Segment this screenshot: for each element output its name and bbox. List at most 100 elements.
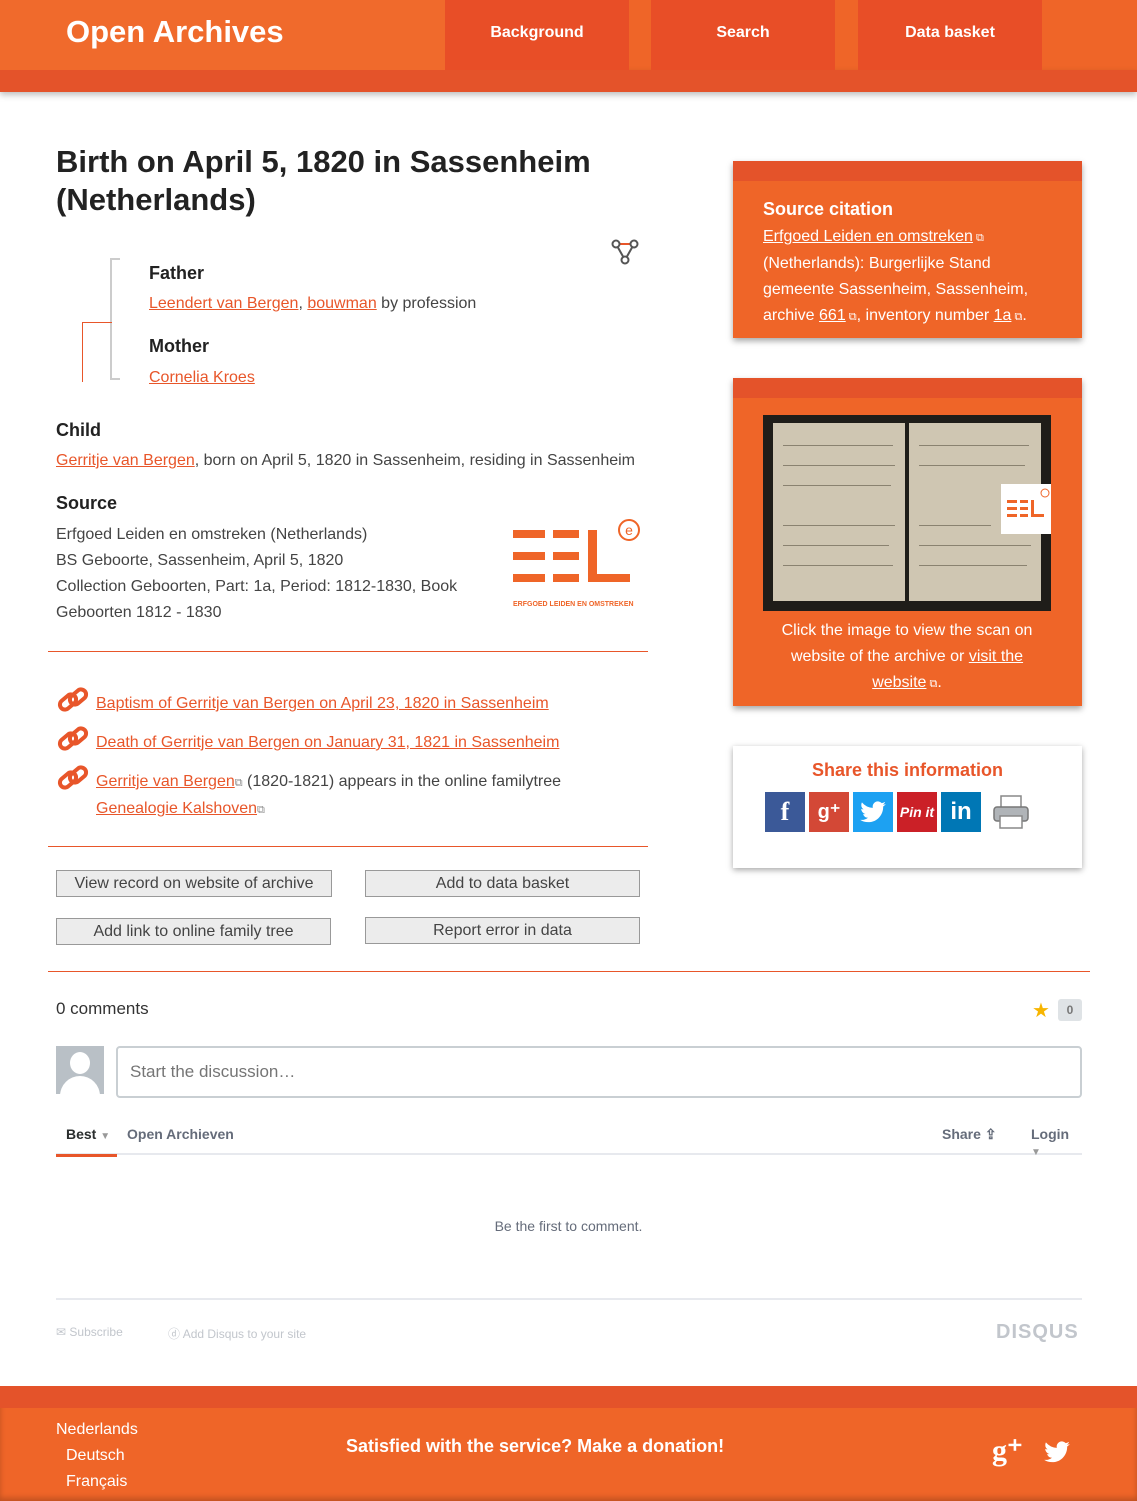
scan-text-line: [919, 445, 1029, 446]
login-menu[interactable]: Login ▼: [1031, 1126, 1082, 1158]
avatar: [56, 1046, 104, 1094]
archive-link[interactable]: Erfgoed Leiden en omstreken: [763, 228, 973, 245]
linkedin-icon[interactable]: in: [941, 792, 981, 832]
view-record-button[interactable]: View record on website of archive: [56, 870, 332, 897]
print-icon[interactable]: [991, 792, 1031, 832]
inventory-number-link[interactable]: 1a: [994, 307, 1012, 324]
child-name-link[interactable]: Gerritje van Bergen: [56, 452, 195, 469]
subscribe-link[interactable]: ✉ Subscribe: [56, 1325, 123, 1339]
external-link-icon: ⧉: [845, 311, 857, 323]
login-label: Login: [1031, 1126, 1070, 1142]
tab-best-label: Best: [66, 1126, 97, 1142]
top-bar-shade: [0, 70, 1137, 92]
add-disqus-link[interactable]: ⓓ Add Disqus to your site: [168, 1325, 306, 1342]
nav-background[interactable]: Background: [445, 0, 629, 70]
external-link-icon: ⧉: [926, 678, 938, 690]
external-link-icon: ⧉: [1011, 311, 1023, 323]
archive-number-link[interactable]: 661: [819, 307, 846, 324]
parents-connector: [82, 322, 112, 382]
father-profession-link[interactable]: bouwman: [307, 295, 376, 312]
twitter-icon[interactable]: [853, 792, 893, 832]
source-line-collection: Collection Geboorten, Part: 1a, Period: …: [56, 578, 458, 595]
scan-caption-end: .: [937, 674, 942, 691]
site-logo[interactable]: Open Archives: [0, 0, 445, 70]
facebook-icon[interactable]: f: [765, 792, 805, 832]
disqus-logo[interactable]: DISQUS: [996, 1321, 1079, 1344]
source-citation-box: Source citation Erfgoed Leiden en omstre…: [733, 161, 1082, 338]
share-box: Share this information f g⁺ Pin it in: [733, 746, 1082, 868]
box-cap: [733, 378, 1082, 398]
page-title: Birth on April 5, 1820 in Sassenheim (Ne…: [56, 144, 591, 217]
google-plus-icon[interactable]: g⁺: [992, 1433, 1023, 1468]
chain-link-icon: [57, 726, 89, 751]
father-name-link[interactable]: Leendert van Bergen: [149, 295, 298, 312]
chain-link-icon: [57, 687, 89, 712]
disqus-divider: [56, 1298, 1082, 1300]
recommend-star-icon[interactable]: ★: [1032, 998, 1050, 1023]
chevron-down-icon: ▼: [100, 1131, 111, 1142]
share-out-icon: ⇪: [984, 1126, 997, 1142]
share-title: Share this information: [811, 760, 1004, 780]
source-citation-heading: Source citation: [763, 199, 894, 219]
scan-text-line: [783, 485, 891, 486]
child-details: , born on April 5, 1820 in Sassenheim, r…: [194, 452, 635, 469]
language-german[interactable]: Deutsch: [66, 1447, 125, 1465]
mother-label: Mother: [149, 336, 209, 356]
chain-link-icon: [57, 765, 89, 790]
avatar-body: [60, 1076, 100, 1094]
tab-community[interactable]: Open Archieven: [127, 1126, 234, 1142]
twitter-icon[interactable]: [1042, 1438, 1072, 1466]
language-french[interactable]: Français: [66, 1473, 127, 1491]
child-label: Child: [56, 420, 101, 440]
father-line: Leendert van Bergen, bouwman by professi…: [149, 291, 476, 317]
comments-count: 0 comments: [56, 999, 149, 1018]
share-comments-label: Share: [942, 1126, 981, 1142]
add-disqus-label: Add Disqus to your site: [182, 1327, 307, 1341]
envelope-icon: ✉: [56, 1325, 67, 1339]
scan-text-line: [783, 445, 893, 446]
scan-text-line: [919, 565, 1027, 566]
related-record-2: Death of Gerritje van Bergen on January …: [56, 726, 636, 756]
familytree-person-link[interactable]: Gerritje van Bergen: [96, 773, 235, 790]
scan-archive-logo-icon: [1001, 484, 1051, 534]
donate-link[interactable]: Satisfied with the service? Make a donat…: [346, 1436, 724, 1457]
add-to-basket-button[interactable]: Add to data basket: [365, 870, 640, 897]
divider-1: [48, 651, 648, 652]
svg-text:e: e: [625, 522, 633, 538]
scan-text-line: [919, 545, 1031, 546]
report-error-button[interactable]: Report error in data: [365, 917, 640, 944]
source-line-archive: Erfgoed Leiden en omstreken (Netherlands…: [56, 526, 368, 543]
external-link-icon: ⧉: [234, 777, 243, 789]
divider-3: [48, 971, 1090, 972]
pinterest-icon[interactable]: Pin it: [897, 792, 937, 832]
disqus-d-icon: ⓓ: [168, 1327, 181, 1341]
language-dutch[interactable]: Nederlands: [56, 1421, 138, 1439]
share-comments-button[interactable]: Share ⇪: [942, 1126, 997, 1143]
baptism-link[interactable]: Baptism of Gerritje van Bergen on April …: [96, 695, 549, 712]
avatar-head: [70, 1052, 90, 1074]
scan-caption: Click the image to view the scan on webs…: [763, 618, 1051, 697]
external-link-icon: ⧉: [257, 804, 265, 816]
google-plus-icon[interactable]: g⁺: [809, 792, 849, 832]
related-record-1: Baptism of Gerritje van Bergen on April …: [56, 687, 636, 717]
death-link[interactable]: Death of Gerritje van Bergen on January …: [96, 734, 559, 751]
citation-text-2: , inventory number: [856, 307, 994, 324]
nav-search[interactable]: Search: [651, 0, 835, 70]
add-family-tree-link-button[interactable]: Add link to online family tree: [56, 918, 331, 945]
chevron-down-icon: ▼: [1031, 1147, 1041, 1158]
scan-thumbnail[interactable]: [763, 415, 1051, 611]
nav-data-basket[interactable]: Data basket: [858, 0, 1042, 70]
familytree-link[interactable]: Genealogie Kalshoven: [96, 800, 257, 817]
network-graph-icon[interactable]: [610, 238, 640, 266]
scan-left-page: [773, 423, 905, 601]
erfgoed-leiden-logo: e ERFGOED LEIDEN EN OMSTREKEN: [513, 519, 640, 608]
tab-best[interactable]: Best ▼: [56, 1126, 117, 1157]
source-line-book: Geboorten 1812 - 1830: [56, 604, 222, 621]
mother-name-link[interactable]: Cornelia Kroes: [149, 369, 255, 386]
source-line-event: BS Geboorte, Sassenheim, April 5, 1820: [56, 552, 344, 569]
mother-line: Cornelia Kroes: [149, 365, 255, 391]
father-label: Father: [149, 263, 205, 283]
comment-input[interactable]: [116, 1046, 1082, 1098]
source-citation-text: Erfgoed Leiden en omstreken ⧉ (Netherlan…: [763, 224, 1052, 330]
box-cap: [733, 161, 1082, 181]
